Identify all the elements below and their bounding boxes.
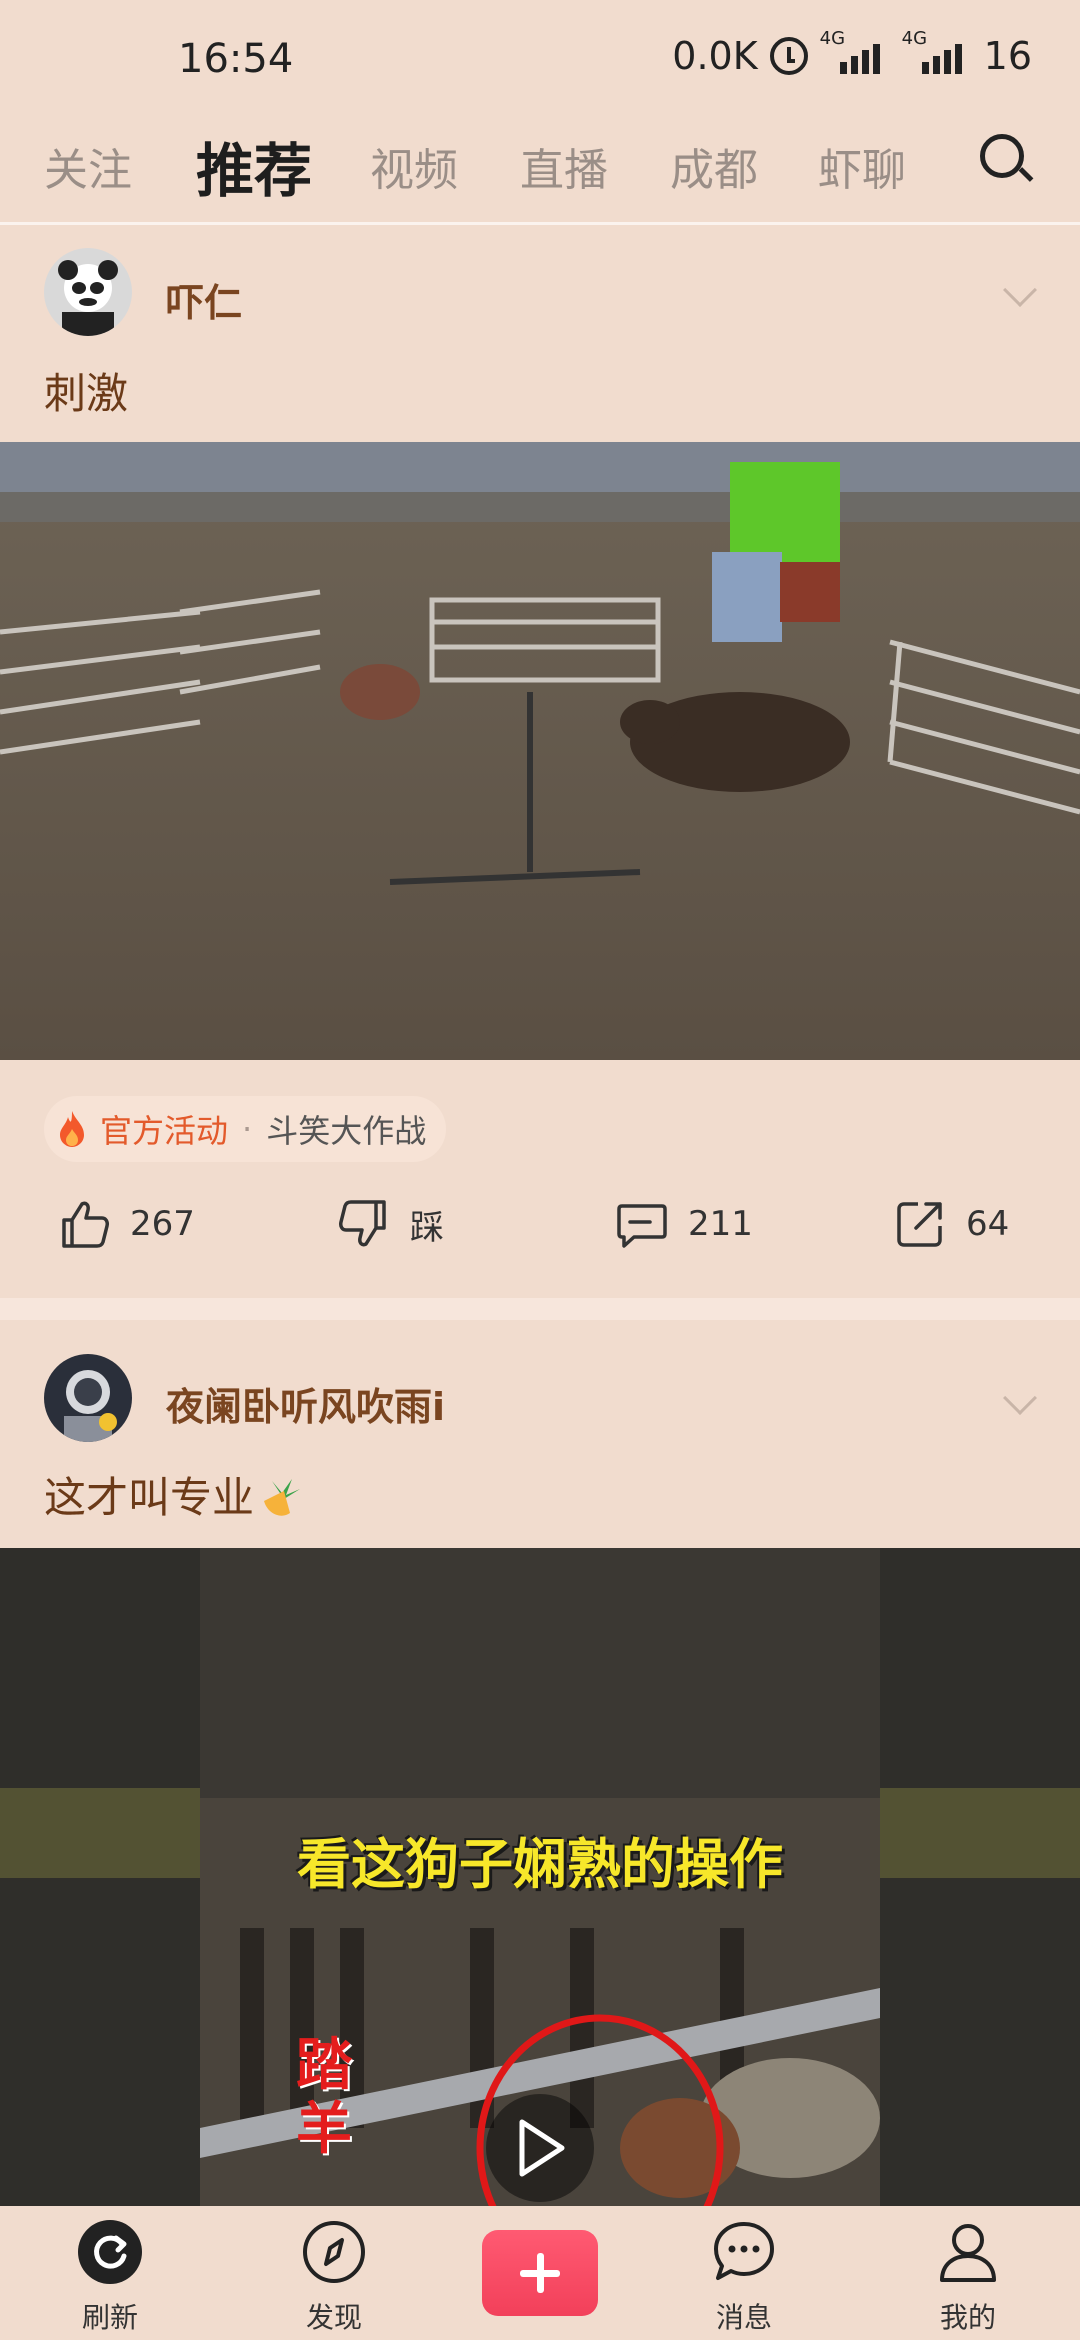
activity-label: 官方活动 [100, 1112, 229, 1150]
flame-icon [60, 1111, 84, 1147]
tab-recommend[interactable]: 推荐 [196, 124, 312, 208]
feed-post: 吓仁 刺激 官方活动 · 斗笑大作战 267 踩 211 64 [0, 226, 1080, 1296]
post-caption: 这才叫专业 [44, 1464, 306, 1525]
author-name[interactable]: 夜阑卧听风吹雨i [166, 1376, 445, 1431]
share-button[interactable]: 64 [892, 1196, 1009, 1252]
nav-refresh-label: 刷新 [81, 2301, 138, 2334]
tab-follow[interactable]: 关注 [44, 134, 132, 198]
nav-messages-label: 消息 [715, 2301, 772, 2334]
chevron-down-icon[interactable] [1003, 273, 1037, 307]
post-actions: 267 踩 211 64 [0, 1196, 1080, 1276]
tab-video[interactable]: 视频 [370, 134, 458, 198]
activity-name: 斗笑大作战 [266, 1112, 427, 1150]
post-image[interactable] [0, 442, 1080, 1060]
activity-separator: · [242, 1110, 253, 1148]
nav-mine[interactable]: 我的 [908, 2218, 1028, 2336]
video-overlay-text: 看这狗子娴熟的操作 [297, 1833, 783, 1896]
status-bar: 16:54 0.0K 4G 4G 16 [0, 0, 1080, 120]
dislike-label: 踩 [410, 1207, 444, 1248]
message-icon [714, 2222, 774, 2280]
comment-button[interactable]: 211 [614, 1196, 753, 1252]
refresh-icon [78, 2220, 142, 2284]
tab-chengdu[interactable]: 成都 [670, 134, 758, 198]
search-icon[interactable] [976, 130, 1036, 190]
video-side-text: 踏羊 [296, 2033, 352, 2162]
tab-xialiao[interactable]: 虾聊 [818, 134, 906, 198]
comment-count: 211 [688, 1204, 753, 1244]
share-count: 64 [966, 1204, 1010, 1244]
tab-live[interactable]: 直播 [520, 134, 608, 198]
publish-button[interactable] [482, 2230, 598, 2316]
avatar[interactable] [44, 248, 132, 336]
activity-tag[interactable]: 官方活动 · 斗笑大作战 [44, 1096, 447, 1162]
top-tab-bar: 关注 推荐 视频 直播 成都 虾聊 [0, 120, 1080, 224]
nav-discover-label: 发现 [305, 2301, 362, 2334]
user-icon [940, 2224, 996, 2282]
like-button[interactable]: 267 [56, 1196, 195, 1252]
nav-mine-label: 我的 [939, 2301, 996, 2334]
feed-post: 夜阑卧听风吹雨i 这才叫专业 看这狗子娴熟的操作 踏羊 [0, 1320, 1080, 2206]
nav-refresh[interactable]: 刷新 [50, 2218, 170, 2336]
nav-messages[interactable]: 消息 [684, 2218, 804, 2336]
avatar[interactable] [44, 1354, 132, 1442]
nav-discover[interactable]: 发现 [274, 2218, 394, 2336]
dislike-button[interactable]: 踩 [336, 1196, 444, 1252]
chevron-down-icon[interactable] [1003, 1381, 1037, 1415]
compass-icon [303, 2221, 365, 2283]
post-separator [0, 1298, 1080, 1320]
share-icon [897, 1202, 942, 1247]
comment-icon [617, 1204, 667, 1248]
emoji-icon [264, 1478, 301, 1516]
thumbs-up-icon [62, 1201, 109, 1248]
bottom-nav: 刷新 发现 消息 我的 [0, 2206, 1080, 2340]
net-speed: 0.0K [672, 34, 758, 78]
video-player[interactable]: 看这狗子娴熟的操作 踏羊 [0, 1548, 1080, 2206]
status-icons: 0.0K 4G 4G 16 [672, 28, 1032, 78]
post-caption: 刺激 [44, 369, 129, 418]
signal-icon: 4G [820, 28, 890, 76]
author-name[interactable]: 吓仁 [166, 272, 242, 327]
battery-level: 16 [983, 34, 1032, 78]
thumbs-down-icon [339, 1200, 386, 1247]
alarm-icon [769, 37, 808, 75]
like-count: 267 [130, 1204, 195, 1244]
divider [0, 222, 1080, 225]
signal-icon-2: 4G [902, 28, 972, 76]
status-time: 16:54 [178, 36, 294, 82]
